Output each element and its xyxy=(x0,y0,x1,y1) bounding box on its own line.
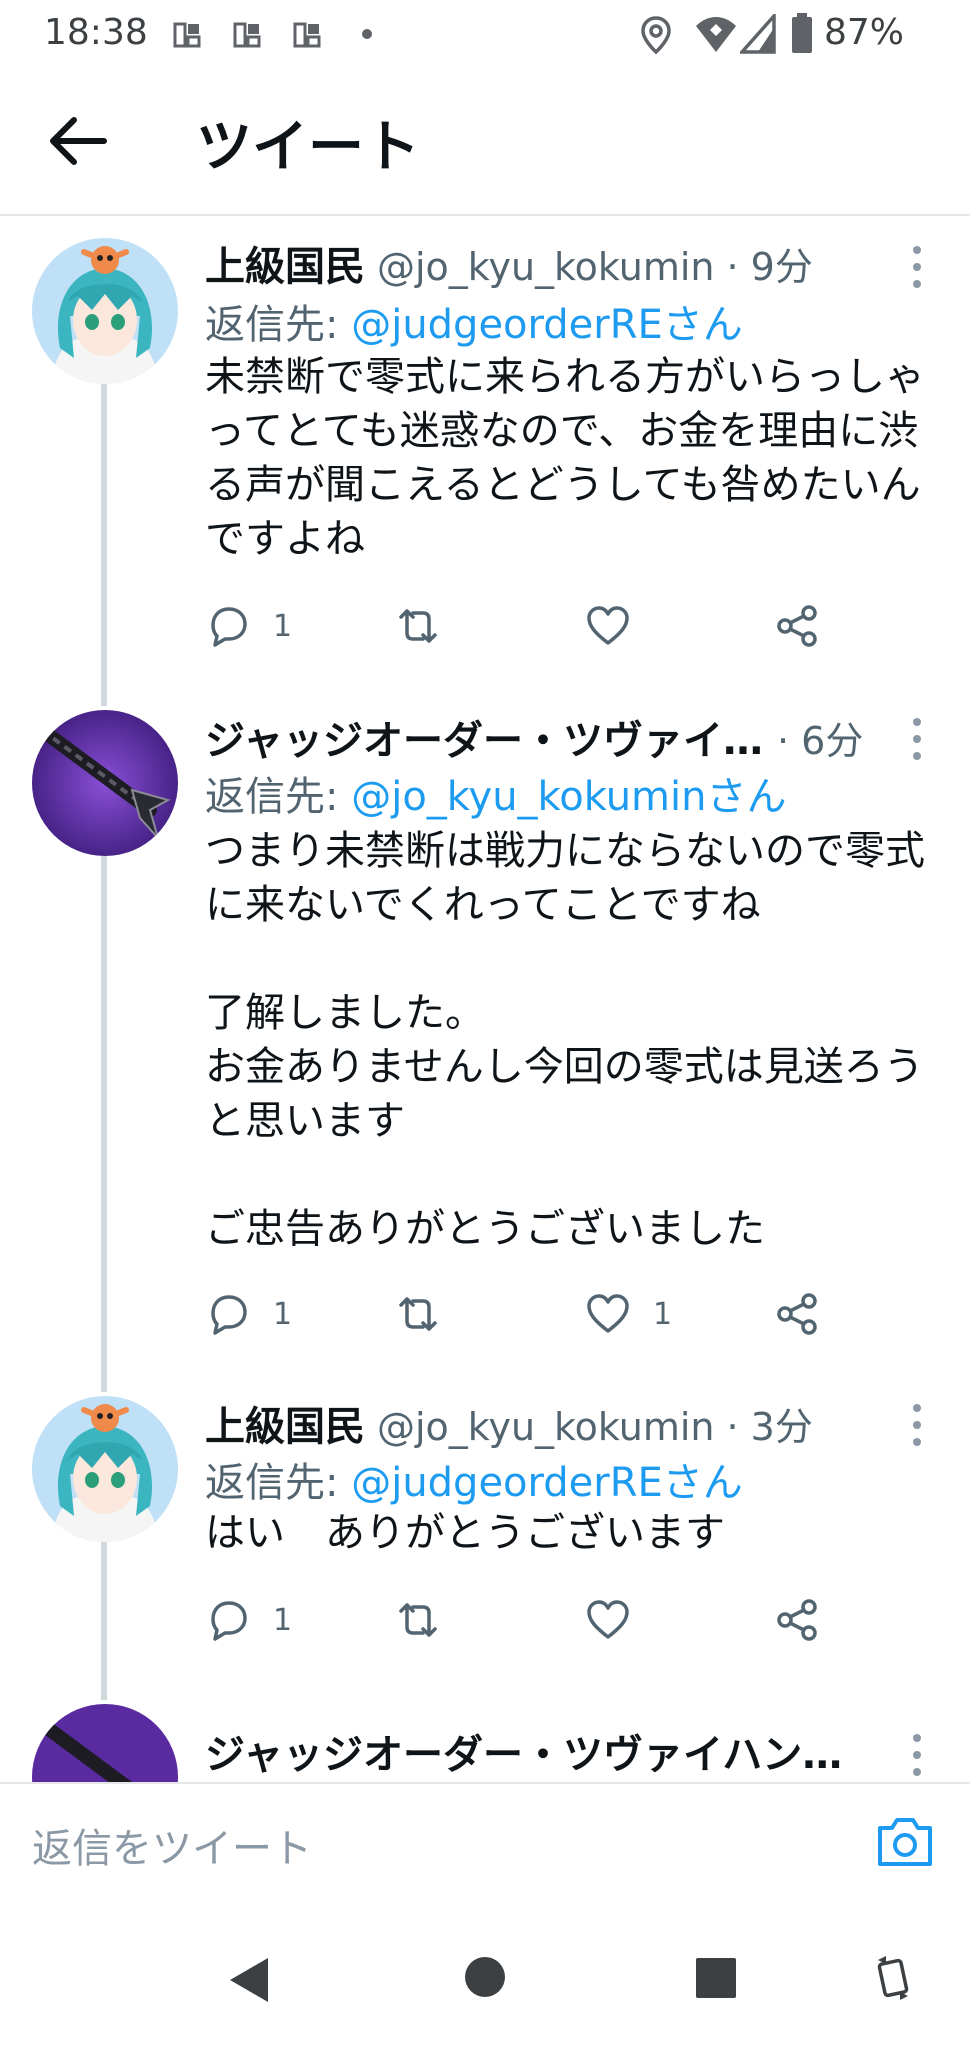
share-icon xyxy=(777,1599,817,1641)
status-bar: 18:38 87% xyxy=(0,0,970,68)
reply-button[interactable]: 1 xyxy=(205,596,292,656)
reply-count: 1 xyxy=(273,1602,293,1638)
reply-to: 返信先: @judgeorderREさん xyxy=(205,292,743,350)
heart-icon xyxy=(587,606,629,645)
battery-percent: 87% xyxy=(824,12,905,53)
tweet-text: はい ありがとうございます xyxy=(205,1510,725,1556)
reply-button[interactable]: 1 xyxy=(205,1590,292,1650)
more-options-icon[interactable] xyxy=(902,240,932,294)
avatar[interactable] xyxy=(32,1396,178,1542)
like-button[interactable] xyxy=(585,596,653,656)
avatar[interactable] xyxy=(32,238,178,384)
back-arrow-icon[interactable] xyxy=(44,108,110,174)
username[interactable]: @jo_kyu_kokumin xyxy=(377,1405,715,1449)
tweet-text: つまり未禁断は戦力にならないので零式 に来ないでくれってことですね 了解しました… xyxy=(205,828,925,1252)
reply-count: 1 xyxy=(273,608,293,644)
share-button[interactable] xyxy=(775,1284,821,1344)
page-title: ツイート xyxy=(196,115,420,180)
tweet-time: · 6分 xyxy=(777,719,864,763)
retweet-icon xyxy=(399,1297,437,1331)
system-navigation-bar xyxy=(0,1902,970,2048)
heart-icon xyxy=(587,1600,629,1639)
retweet-button[interactable] xyxy=(395,1590,463,1650)
location-icon xyxy=(641,16,671,54)
tweet-header: 上級国民 @jo_kyu_kokumin · 9分 xyxy=(205,234,813,292)
like-count: 1 xyxy=(653,1296,673,1332)
reply-to-link[interactable]: @jo_kyu_kokuminさん xyxy=(351,774,786,820)
tweet-header: ジャッジオーダー・ツヴァイハン… xyxy=(205,1722,842,1780)
tweet[interactable]: ジャッジオーダー・ツヴァイ… · 6分 返信先: @jo_kyu_kokumin… xyxy=(0,688,970,1374)
reply-count: 1 xyxy=(273,1296,293,1332)
reply-to: 返信先: @jo_kyu_kokuminさん xyxy=(205,764,786,822)
share-icon xyxy=(777,1293,817,1335)
tweet[interactable]: ジャッジオーダー・ツヴァイハン… xyxy=(0,1684,970,1782)
app-notification-icon xyxy=(172,20,202,50)
reply-icon xyxy=(211,607,247,647)
reply-to-label: 返信先: xyxy=(205,302,352,348)
retweet-button[interactable] xyxy=(395,596,463,656)
reply-to: 返信先: @judgeorderREさん xyxy=(205,1450,743,1508)
reply-compose-bar: 返信をツイート xyxy=(0,1782,970,1904)
tweet-time: · 3分 xyxy=(726,1405,813,1449)
nav-back-icon[interactable] xyxy=(228,1956,272,2004)
cellular-signal-icon xyxy=(740,14,776,54)
tweet[interactable]: 上級国民 @jo_kyu_kokumin · 9分 返信先: @judgeord… xyxy=(0,214,970,688)
tweet-header: ジャッジオーダー・ツヴァイ… · 6分 xyxy=(205,708,863,766)
status-time: 18:38 xyxy=(44,12,148,53)
display-name[interactable]: ジャッジオーダー・ツヴァイ… xyxy=(205,708,763,766)
reply-icon xyxy=(211,1601,247,1641)
share-button[interactable] xyxy=(775,596,821,656)
reply-button[interactable]: 1 xyxy=(205,1284,292,1344)
retweet-icon xyxy=(399,609,437,643)
rotate-screen-icon[interactable] xyxy=(876,1954,910,2002)
nav-home-icon[interactable] xyxy=(464,1956,506,1998)
username[interactable]: @jo_kyu_kokumin xyxy=(377,245,715,289)
wifi-icon xyxy=(696,17,736,52)
more-options-icon[interactable] xyxy=(902,712,932,766)
heart-icon xyxy=(587,1294,629,1333)
more-options-icon[interactable] xyxy=(902,1398,932,1452)
app-notification-icon xyxy=(292,20,322,50)
retweet-button[interactable] xyxy=(395,1284,463,1344)
more-options-icon[interactable] xyxy=(902,1728,932,1782)
display-name[interactable]: ジャッジオーダー・ツヴァイハン… xyxy=(205,1732,842,1778)
reply-to-link[interactable]: @judgeorderREさん xyxy=(351,1460,743,1506)
tweet-text: 未禁断で零式に来られる方がいらっしゃ ってとても迷惑なので、お金を理由に渋 る声… xyxy=(205,354,925,562)
display-name[interactable]: 上級国民 xyxy=(205,1394,365,1452)
tweet-actions: 1 xyxy=(205,1590,845,1650)
like-button[interactable]: 1 xyxy=(585,1284,672,1344)
battery-icon xyxy=(792,13,812,53)
tweet[interactable]: 上級国民 @jo_kyu_kokumin · 3分 返信先: @judgeord… xyxy=(0,1374,970,1684)
reply-icon xyxy=(211,1295,247,1335)
reply-to-label: 返信先: xyxy=(205,774,352,820)
avatar[interactable] xyxy=(32,1704,178,1782)
tweet-actions: 1 1 xyxy=(205,1284,845,1344)
header: ツイート xyxy=(0,68,970,216)
like-button[interactable] xyxy=(585,1590,653,1650)
app-notification-icon xyxy=(232,20,262,50)
share-icon xyxy=(777,605,817,647)
more-notifications-dot-icon xyxy=(362,29,372,39)
reply-to-link[interactable]: @judgeorderREさん xyxy=(351,302,743,348)
tweet-header: 上級国民 @jo_kyu_kokumin · 3分 xyxy=(205,1394,813,1452)
retweet-icon xyxy=(399,1603,437,1637)
share-button[interactable] xyxy=(775,1590,821,1650)
display-name[interactable]: 上級国民 xyxy=(205,234,365,292)
camera-icon[interactable] xyxy=(876,1814,934,1868)
avatar[interactable] xyxy=(32,710,178,856)
reply-to-label: 返信先: xyxy=(205,1460,352,1506)
nav-recents-icon[interactable] xyxy=(696,1958,736,1998)
reply-input[interactable]: 返信をツイート xyxy=(32,1816,312,1874)
tweet-time: · 9分 xyxy=(726,245,813,289)
tweet-actions: 1 xyxy=(205,596,845,656)
